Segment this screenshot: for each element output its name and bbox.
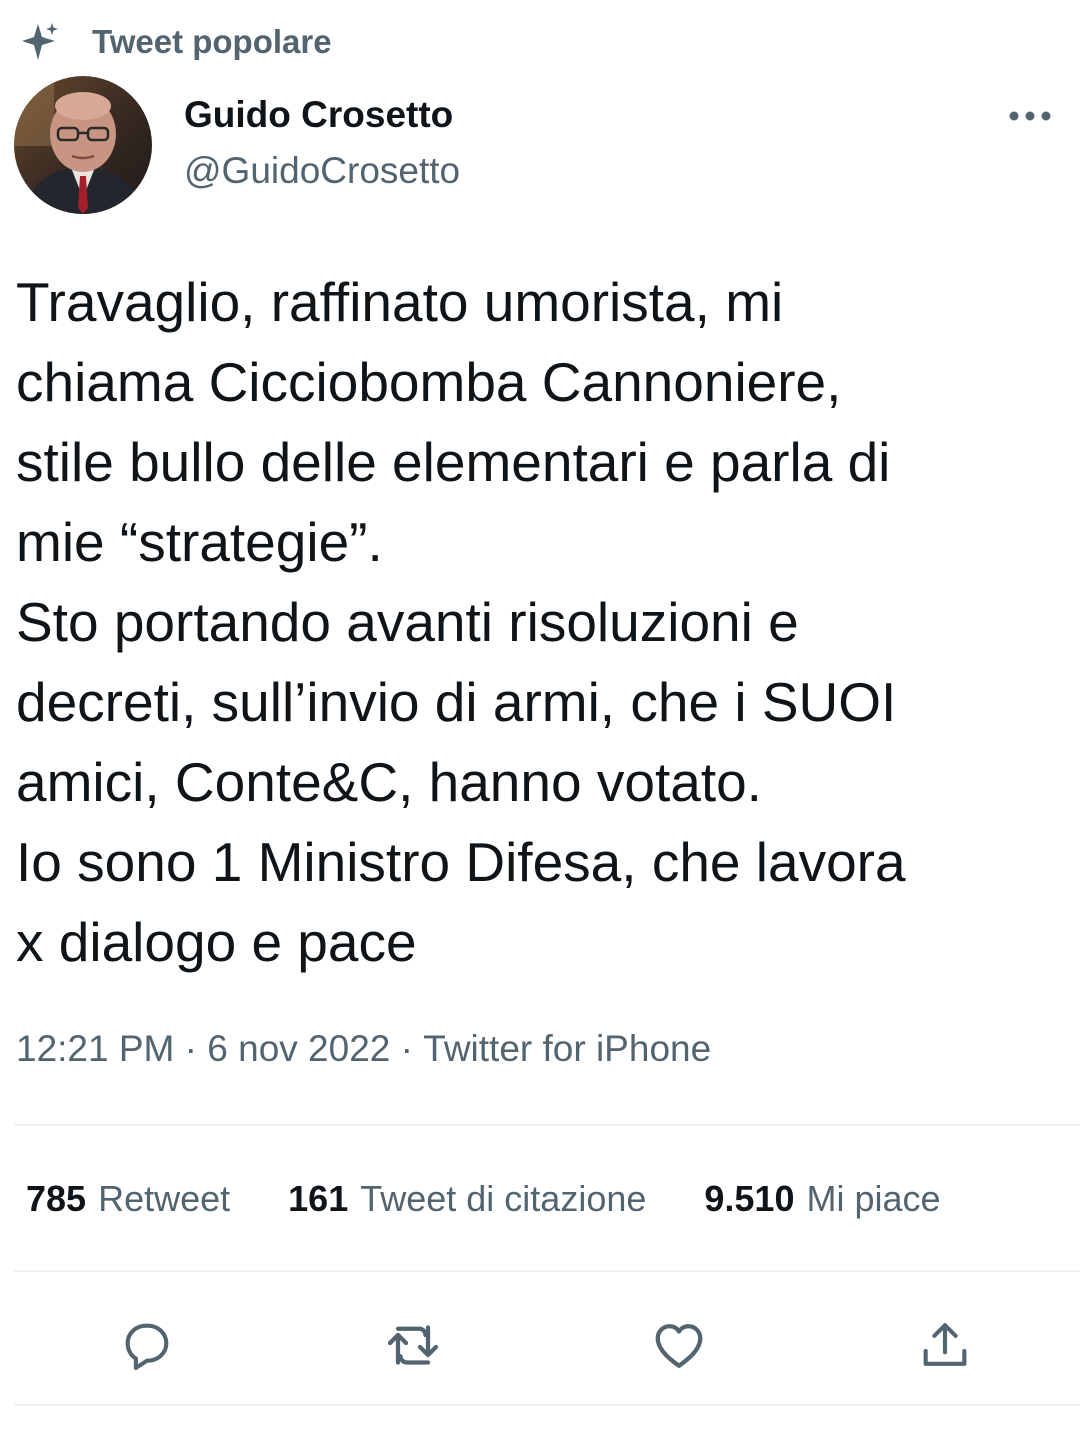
stat-label: Tweet di citazione: [360, 1178, 647, 1219]
heart-icon: [655, 1324, 703, 1368]
like-button[interactable]: [646, 1312, 712, 1378]
stat-label: Mi piace: [806, 1178, 941, 1219]
tweet-source[interactable]: Twitter for iPhone: [423, 1028, 711, 1070]
stat-number: 161: [288, 1178, 349, 1219]
retweet-icon: [387, 1325, 439, 1365]
meta-separator: ·: [390, 1028, 424, 1069]
meta-separator: ·: [174, 1028, 208, 1069]
stat-number: 785: [26, 1178, 87, 1219]
retweet-count[interactable]: 785 Retweet: [26, 1178, 230, 1220]
like-count[interactable]: 9.510 Mi piace: [704, 1178, 940, 1220]
divider: [14, 1270, 1080, 1272]
stat-number: 9.510: [704, 1178, 795, 1219]
retweet-button[interactable]: [380, 1312, 446, 1378]
popular-tweet-context: Tweet popolare: [18, 22, 332, 62]
quote-tweet-count[interactable]: 161 Tweet di citazione: [288, 1178, 646, 1220]
author-name[interactable]: Guido Crosetto: [184, 94, 453, 136]
tweet-time[interactable]: 12:21 PM: [16, 1028, 174, 1070]
tweet-text: Travaglio, raffinato umorista, mi chiama…: [16, 271, 906, 973]
popular-tweet-label: Tweet popolare: [92, 23, 332, 60]
reply-icon: [125, 1323, 169, 1371]
tweet-date[interactable]: 6 nov 2022: [207, 1028, 390, 1070]
avatar[interactable]: [14, 76, 152, 214]
sparkle-icon: [18, 20, 62, 64]
share-icon: [923, 1323, 967, 1366]
more-options-button[interactable]: [1006, 98, 1054, 134]
tweet-stats: 785 Retweet 161 Tweet di citazione 9.510…: [26, 1178, 999, 1220]
divider: [14, 1404, 1080, 1406]
reply-button[interactable]: [114, 1312, 180, 1378]
tweet-meta: 12:21 PM · 6 nov 2022 · Twitter for iPho…: [16, 1028, 711, 1070]
tweet-actions: [0, 1300, 1080, 1390]
divider: [14, 1124, 1080, 1126]
share-button[interactable]: [912, 1312, 978, 1378]
stat-label: Retweet: [98, 1178, 231, 1219]
author-handle[interactable]: @GuidoCrosetto: [184, 150, 460, 192]
more-dots-icon: [1009, 111, 1051, 121]
